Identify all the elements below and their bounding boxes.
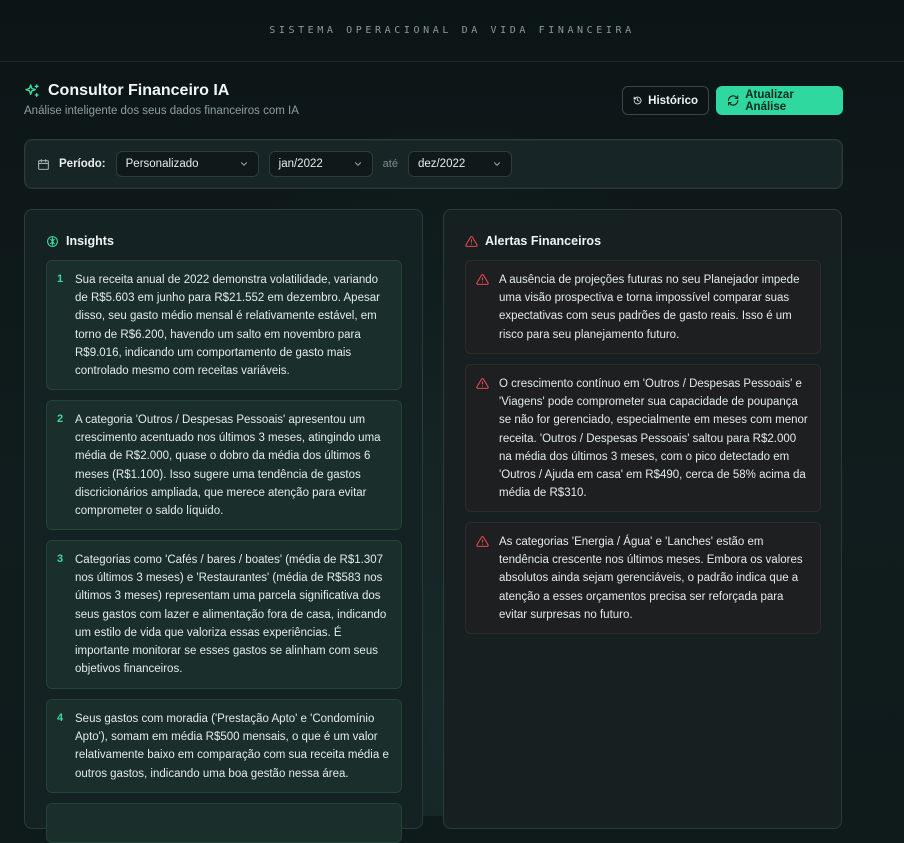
period-separator: até — [382, 158, 398, 170]
insight-number: 3 — [57, 553, 64, 565]
app-topbar: SISTEMA OPERACIONAL DA VIDA FINANCEIRA — [0, 0, 904, 62]
alert-text: As categorias 'Energia / Água' e 'Lanche… — [499, 536, 803, 621]
warning-icon — [476, 536, 489, 547]
alerts-header: Alertas Financeiros — [465, 234, 601, 248]
period-mode-value: Personalizado — [125, 158, 199, 170]
alert-card: O crescimento contínuo em 'Outros / Desp… — [465, 364, 821, 512]
brain-icon — [47, 235, 58, 247]
warning-icon — [465, 235, 478, 247]
page-header: Consultor Financeiro IA Análise intelige… — [24, 82, 844, 122]
period-mode-select[interactable]: Personalizado — [115, 151, 259, 177]
update-analysis-label: Atualizar Análise — [745, 88, 794, 113]
alert-card: As categorias 'Energia / Água' e 'Lanche… — [465, 522, 821, 634]
insight-card: 3 Categorias como 'Cafés / bares / boate… — [46, 540, 402, 689]
insights-header: Insights — [46, 234, 114, 248]
history-button[interactable]: Histórico — [622, 86, 709, 115]
history-icon — [633, 96, 642, 105]
refresh-icon — [727, 95, 739, 106]
insight-text: Categorias como 'Cafés / bares / boates'… — [75, 554, 387, 676]
insight-number: 1 — [57, 273, 64, 285]
chevron-down-icon — [354, 162, 361, 166]
chevron-down-icon — [493, 162, 500, 166]
update-analysis-button[interactable]: Atualizar Análise — [716, 86, 843, 115]
insight-card — [46, 803, 402, 843]
insight-text: Seus gastos com moradia ('Prestação Apto… — [75, 713, 389, 780]
period-end-select[interactable]: dez/2022 — [407, 151, 512, 177]
insight-card: 1 Sua receita anual de 2022 demonstra vo… — [46, 260, 402, 390]
calendar-icon — [38, 158, 49, 170]
sparkles-icon — [25, 84, 39, 97]
chevron-down-icon — [240, 162, 247, 166]
insights-title: Insights — [66, 234, 114, 248]
warning-icon — [476, 378, 489, 389]
period-filter-bar: Período: Personalizado jan/2022 até dez/… — [24, 139, 843, 189]
alerts-panel: Alertas Financeiros A ausência de projeç… — [443, 209, 842, 829]
page-title: Consultor Financeiro IA — [48, 82, 230, 99]
insight-text: A categoria 'Outros / Despesas Pessoais'… — [75, 414, 381, 518]
period-end-value: dez/2022 — [417, 158, 466, 170]
insight-number: 2 — [57, 413, 64, 425]
insight-number: 4 — [57, 712, 64, 724]
insight-card: 2 A categoria 'Outros / Despesas Pessoai… — [46, 400, 402, 530]
alert-text: O crescimento contínuo em 'Outros / Desp… — [499, 378, 808, 500]
insight-text: Sua receita anual de 2022 demonstra vola… — [75, 274, 380, 378]
history-button-label: Histórico — [648, 94, 698, 107]
insight-card: 4 Seus gastos com moradia ('Prestação Ap… — [46, 699, 402, 793]
warning-icon — [476, 274, 489, 285]
app-system-title: SISTEMA OPERACIONAL DA VIDA FINANCEIRA — [269, 25, 635, 36]
alerts-title: Alertas Financeiros — [485, 234, 602, 248]
period-start-select[interactable]: jan/2022 — [268, 151, 373, 177]
insights-panel: Insights 1 Sua receita anual de 2022 dem… — [24, 209, 423, 843]
alert-text: A ausência de projeções futuras no seu P… — [499, 274, 800, 341]
alert-card: A ausência de projeções futuras no seu P… — [465, 260, 821, 354]
period-start-value: jan/2022 — [278, 158, 323, 170]
period-label: Período: — [59, 158, 106, 170]
